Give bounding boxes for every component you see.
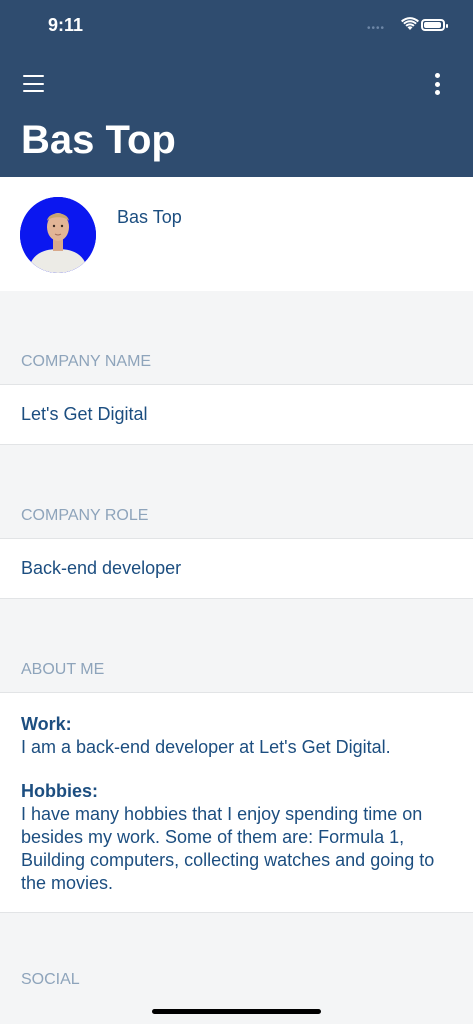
work-label: Work: [21,714,72,734]
profile-card: Bas Top [0,177,473,291]
about-me-card[interactable]: Work: I am a back-end developer at Let's… [0,692,473,913]
page-title: Bas Top [21,118,176,162]
company-role-header: COMPANY ROLE [21,507,149,524]
company-role-field[interactable]: Back-end developer [0,538,473,599]
wifi-icon [401,17,419,30]
about-work-block: Work: I am a back-end developer at Let's… [21,713,461,759]
avatar-photo [20,197,96,273]
hobbies-text: I have many hobbies that I enjoy spendin… [21,804,435,893]
company-name-value: Let's Get Digital [21,404,148,424]
social-header: SOCIAL [21,971,80,985]
work-text: I am a back-end developer at Let's Get D… [21,737,391,757]
about-me-header: ABOUT ME [21,661,105,678]
cellular-signal-icon: •••• [367,23,386,34]
status-time: 9:11 [48,15,84,35]
company-role-value: Back-end developer [21,558,182,578]
hobbies-label: Hobbies: [21,781,99,801]
home-indicator [152,1009,321,1014]
company-name-field[interactable]: Let's Get Digital [0,384,473,445]
profile-name: Bas Top [117,207,182,227]
avatar[interactable] [20,197,96,273]
more-vertical-icon[interactable] [433,73,441,95]
hamburger-menu-icon[interactable] [23,75,44,92]
company-name-header: COMPANY NAME [21,353,152,370]
app-header: 9:11 •••• Bas Top [0,0,473,177]
battery-icon [421,19,448,31]
about-hobbies-block: Hobbies: I have many hobbies that I enjo… [21,780,461,895]
